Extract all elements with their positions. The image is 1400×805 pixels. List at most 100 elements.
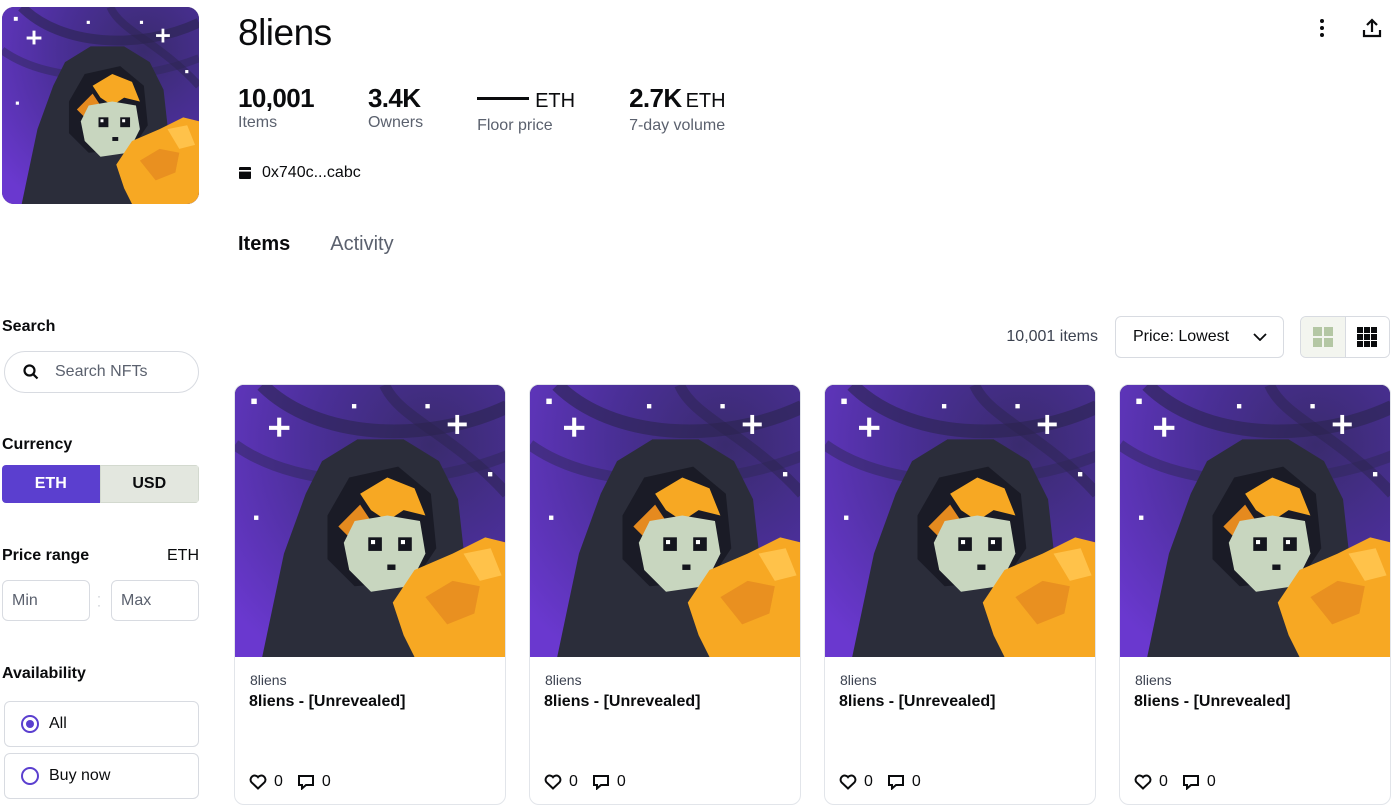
nft-name[interactable]: 8liens - [Unrevealed] [544,693,701,711]
radio-unchecked-icon[interactable] [21,767,39,785]
stat-value: 3.4K [367,83,421,113]
availability-buy-now-option[interactable]: Buy now [4,753,199,799]
stat-items: 10,001 Items [238,82,315,135]
stat-owners: 3.4K Owners [368,82,423,135]
like-count: 0 [864,773,873,790]
comment-button[interactable]: 0 [887,773,921,791]
search-heading: Search [2,318,56,335]
comment-button[interactable]: 0 [1182,773,1216,791]
availability-buy-now-label: Buy now [49,767,111,784]
comment-button[interactable]: 0 [592,773,626,791]
nft-image[interactable] [530,385,800,657]
currency-heading: Currency [2,436,73,453]
sort-dropdown[interactable]: Price: Lowest [1115,316,1284,358]
nft-collection-name[interactable]: 8liens [840,672,877,688]
comment-icon [887,775,904,790]
availability-all-option[interactable]: All [4,701,199,747]
currency-usd-button[interactable]: USD [99,465,199,503]
more-options-button[interactable] [1308,14,1336,42]
comment-icon [592,775,609,790]
sort-label: Price: Lowest [1133,328,1230,345]
search-icon [23,364,39,380]
small-grid-button[interactable] [1344,317,1389,357]
price-range-heading: Price range [2,547,90,564]
nft-image[interactable] [235,385,505,657]
stat-label: 7-day volume [629,117,726,134]
nft-image[interactable] [1120,385,1390,657]
nft-card[interactable]: 8liens 8liens - [Unrevealed] 0 0 [1119,384,1391,805]
nft-image[interactable] [825,385,1095,657]
nft-card-footer: 0 0 [544,773,626,791]
collection-tabs: Items Activity [238,233,394,256]
like-button[interactable]: 0 [1134,773,1168,791]
nft-name[interactable]: 8liens - [Unrevealed] [1134,693,1291,711]
availability-heading: Availability [2,665,86,682]
comment-button[interactable]: 0 [297,773,331,791]
nft-card[interactable]: 8liens 8liens - [Unrevealed] 0 0 [824,384,1096,805]
comment-count: 0 [321,773,331,790]
radio-checked-icon[interactable] [21,715,39,733]
comment-count: 0 [616,773,626,790]
currency-toggle: ETH USD [2,465,199,503]
contract-icon [239,167,251,179]
nft-collection-name[interactable]: 8liens [1135,672,1172,688]
tab-items[interactable]: Items [238,233,290,256]
availability-all-label: All [49,715,67,732]
range-separator: · · [97,589,101,612]
page-title: 8liens [238,12,332,53]
item-count: 10,001 items [1006,328,1098,345]
collection-stats: 10,001 Items 3.4K Owners ETH Floor price… [238,82,780,135]
stat-floor-price: ETH Floor price [477,82,575,135]
nft-card-footer: 0 0 [249,773,331,791]
contract-address-text: 0x740c...cabc [262,164,361,181]
large-grid-icon [1312,327,1333,347]
nft-collection-name[interactable]: 8liens [545,672,582,688]
nft-collection-name[interactable]: 8liens [250,672,287,688]
nft-card-footer: 0 0 [839,773,921,791]
share-button[interactable] [1358,14,1386,42]
comment-icon [1182,775,1199,790]
chevron-down-icon [1253,333,1267,341]
comment-icon [297,775,314,790]
share-icon [1362,18,1382,38]
like-count: 0 [274,773,283,790]
heart-icon [1134,774,1152,790]
search-box[interactable] [4,351,199,393]
price-max-input[interactable] [111,580,199,621]
currency-eth-button[interactable]: ETH [2,465,100,503]
stat-value: 10,001 [238,83,315,113]
grid-view-toggle [1300,316,1390,358]
price-min-input[interactable] [2,580,90,621]
collection-avatar-image [2,7,199,204]
stat-label: Owners [367,114,424,131]
like-button[interactable]: 0 [839,773,873,791]
heart-icon [839,774,857,790]
large-grid-button[interactable] [1301,317,1345,357]
stat-label: Items [238,114,278,131]
nft-name[interactable]: 8liens - [Unrevealed] [839,693,996,711]
more-vertical-icon [1320,19,1324,37]
like-count: 0 [1159,773,1168,790]
header-actions [1308,14,1386,42]
stat-value: ETH [477,82,575,117]
price-range-unit: ETH [167,547,199,564]
stat-volume: 2.7K ETH 7-day volume [629,82,726,135]
search-input[interactable] [55,363,175,381]
stat-value: 2.7K ETH [629,83,726,113]
comment-count: 0 [911,773,921,790]
nft-card[interactable]: 8liens 8liens - [Unrevealed] 0 0 [529,384,801,805]
nft-name[interactable]: 8liens - [Unrevealed] [249,693,406,711]
stat-label: Floor price [477,117,553,134]
nft-card[interactable]: 8liens 8liens - [Unrevealed] 0 0 [234,384,506,805]
nft-card-footer: 0 0 [1134,773,1216,791]
small-grid-icon [1357,327,1378,347]
like-count: 0 [569,773,578,790]
heart-icon [249,774,267,790]
heart-icon [544,774,562,790]
like-button[interactable]: 0 [544,773,578,791]
collection-avatar [2,7,199,204]
contract-address[interactable]: 0x740c...cabc [238,164,361,182]
comment-count: 0 [1206,773,1216,790]
like-button[interactable]: 0 [249,773,283,791]
tab-activity[interactable]: Activity [330,233,393,256]
